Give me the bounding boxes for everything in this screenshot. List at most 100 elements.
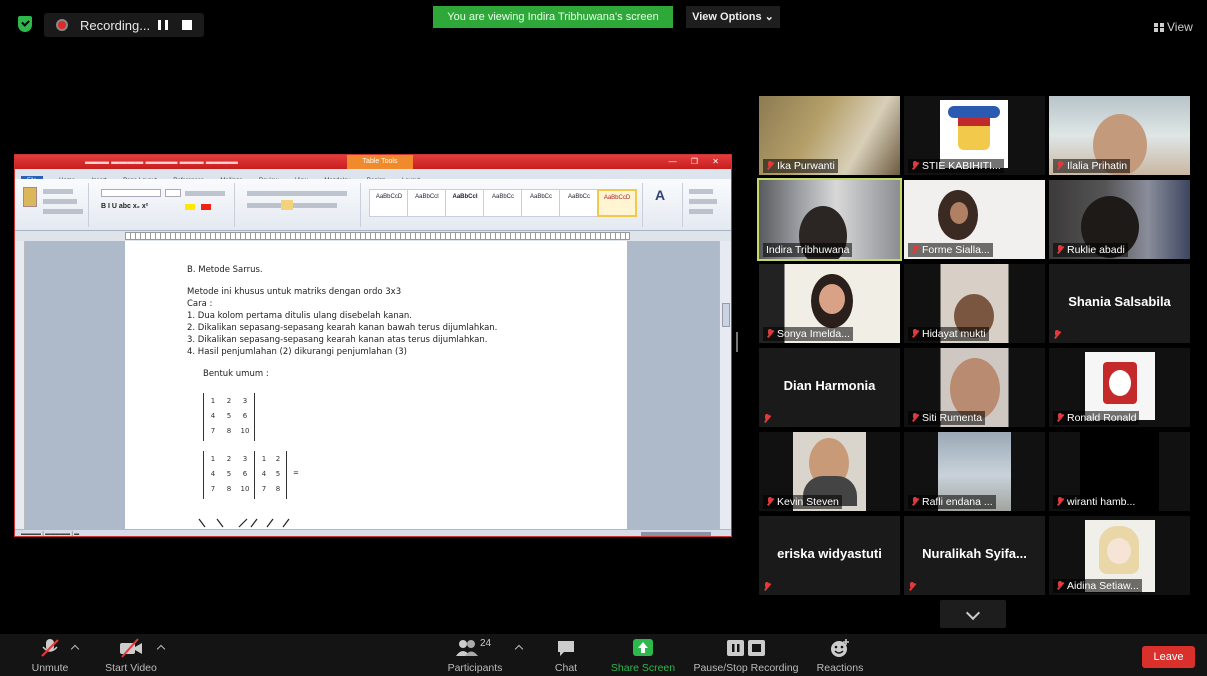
participant-name: Ronald Ronald [1067, 412, 1137, 424]
mic-muted-icon [911, 161, 919, 170]
participant-tile[interactable]: STIE KABIHITI... [904, 96, 1045, 175]
zoom-slider[interactable] [641, 532, 711, 536]
document-scrollbar[interactable] [719, 241, 731, 531]
change-styles-group: A [647, 183, 683, 227]
style-no-spacing[interactable]: AaBbCcI [407, 189, 447, 217]
participants-options-caret-icon[interactable] [514, 644, 524, 654]
participant-count: 24 [480, 638, 492, 649]
security-shield-icon[interactable] [18, 16, 32, 32]
style-heading-1[interactable]: AaBbCcI [445, 189, 485, 217]
word-ribbon: B I U abc x₂ x² AaBbCcD AaBbCcI AaBbCcI … [15, 179, 731, 231]
participant-name: Dian Harmonia [783, 378, 876, 393]
document-page[interactable]: B. Metode Sarrus. Metode ini khusus untu… [125, 241, 627, 531]
participant-tile[interactable]: wiranti hamb... [1049, 432, 1190, 511]
unmute-label: Unmute [31, 662, 69, 674]
participant-tile[interactable]: Aidina Setiaw... [1049, 516, 1190, 595]
matrix-cell: 7 [261, 485, 267, 493]
participant-name: Nuralikah Syifa... [922, 546, 1027, 561]
equals-sign: = [293, 469, 299, 477]
participant-tile[interactable]: Dian Harmonia [759, 348, 900, 427]
participant-tile[interactable]: Ika Purwanti [759, 96, 900, 175]
highlight-color-icon[interactable] [185, 204, 195, 210]
matrix-cell: 10 [240, 485, 250, 493]
unmute-button[interactable]: Unmute [24, 638, 76, 674]
horizontal-ruler[interactable] [125, 232, 630, 240]
start-video-label: Start Video [105, 662, 157, 674]
recording-indicator: Recording... [44, 13, 204, 37]
start-video-button[interactable]: Start Video [100, 638, 162, 674]
scroll-thumb[interactable] [722, 303, 730, 327]
participant-tile[interactable]: Forme Sialla... [904, 180, 1045, 259]
participant-name-tag: Ilalia Prihatin [1053, 159, 1131, 173]
participant-tile[interactable]: Ruklie abadi [1049, 180, 1190, 259]
participant-tile[interactable]: Sonya Imelda... [759, 264, 900, 343]
participant-name: wiranti hamb... [1067, 496, 1136, 508]
font-name-select[interactable] [101, 189, 161, 197]
participant-tile[interactable]: Hidayat mukti [904, 264, 1045, 343]
matrix-cell: 8 [226, 427, 232, 435]
mic-muted-icon [1056, 497, 1064, 506]
word-window-title: ▬▬▬ ▬▬▬▬ ▬▬▬▬ ▬▬▬ ▬▬▬▬ [85, 157, 238, 166]
style-normal[interactable]: AaBbCcD [369, 189, 409, 217]
participant-name: Forme Sialla... [922, 244, 990, 256]
mic-muted-icon [1056, 581, 1064, 590]
participant-name: Shania Salsabila [1068, 294, 1171, 309]
more-participants-chevron-button[interactable] [940, 600, 1006, 628]
table-tools-context: Table Tools [347, 155, 413, 169]
mic-muted-icon [1056, 161, 1064, 170]
style-heading-2[interactable]: AaBbCc [483, 189, 523, 217]
participant-tile[interactable]: Nuralikah Syifa... [904, 516, 1045, 595]
mic-muted-icon [1053, 330, 1061, 339]
participant-tile[interactable]: eriska widyastuti [759, 516, 900, 595]
participants-button[interactable]: 24 Participants [444, 638, 506, 674]
font-color-icon[interactable] [201, 204, 211, 210]
leave-button[interactable]: Leave [1142, 646, 1195, 668]
style-emphasis[interactable]: AaBbCc [559, 189, 599, 217]
pause-stop-recording-button[interactable]: Pause/Stop Recording [690, 638, 802, 674]
view-options-button[interactable]: View Options ⌄ [686, 6, 780, 28]
participant-name: Ika Purwanti [777, 160, 835, 172]
matrix-cell: 4 [210, 470, 216, 478]
participant-tile[interactable]: Siti Rumenta [904, 348, 1045, 427]
reactions-button[interactable]: Reactions [812, 638, 868, 674]
matrix-cell: 3 [242, 455, 248, 463]
participant-tile[interactable]: Rafli endana ... [904, 432, 1045, 511]
participant-name: Ilalia Prihatin [1067, 160, 1128, 172]
split-resize-handle[interactable] [736, 332, 738, 352]
participant-tile[interactable]: Kevin Steven [759, 432, 900, 511]
chat-button[interactable]: Chat [546, 638, 586, 674]
stop-recording-icon[interactable] [182, 20, 192, 30]
view-button[interactable]: View [1154, 20, 1193, 34]
view-label: View [1167, 20, 1193, 34]
font-size-select[interactable] [165, 189, 181, 197]
word-ribbon-tabs: File Home Insert Page Layout References … [15, 169, 731, 186]
mic-muted-icon [911, 413, 919, 422]
mic-muted-icon [766, 161, 774, 170]
matrix-cell: 2 [226, 397, 232, 405]
mic-muted-icon [763, 582, 771, 591]
participant-tile-active-speaker[interactable]: Indira Tribhuwana [757, 178, 902, 261]
clipboard-group [19, 183, 89, 227]
paste-icon[interactable] [23, 187, 37, 207]
align-center-icon[interactable] [281, 200, 293, 210]
style-table-paragraph[interactable]: AaBbCcD [597, 189, 637, 217]
style-subtitle[interactable]: AaBbCc [521, 189, 561, 217]
font-group: B I U abc x₂ x² [95, 183, 235, 227]
window-controls[interactable]: — ❐ ✕ [669, 157, 725, 166]
participant-tile[interactable]: Ronald Ronald [1049, 348, 1190, 427]
share-screen-icon [632, 638, 654, 658]
participant-name-tag: Indira Tribhuwana [763, 243, 853, 257]
pause-recording-icon[interactable] [158, 20, 168, 30]
participant-name: Indira Tribhuwana [766, 244, 850, 256]
change-styles-icon[interactable]: A [655, 187, 665, 203]
participant-name: Rafli endana ... [922, 496, 993, 508]
logo-image [940, 100, 1008, 168]
participant-tile[interactable]: Shania Salsabila [1049, 264, 1190, 343]
page-count-status: ▬▬▬▬ | ▬▬▬▬▬ | ▬ [21, 531, 80, 537]
view-options-label: View Options [692, 11, 762, 23]
section-heading: B. Metode Sarrus. [187, 265, 263, 275]
bold-italic-underline-icons[interactable]: B I U abc x₂ x² [101, 203, 148, 210]
participant-tile[interactable]: Ilalia Prihatin [1049, 96, 1190, 175]
share-screen-button[interactable]: Share Screen [608, 638, 678, 674]
recording-dot-icon [56, 19, 68, 31]
